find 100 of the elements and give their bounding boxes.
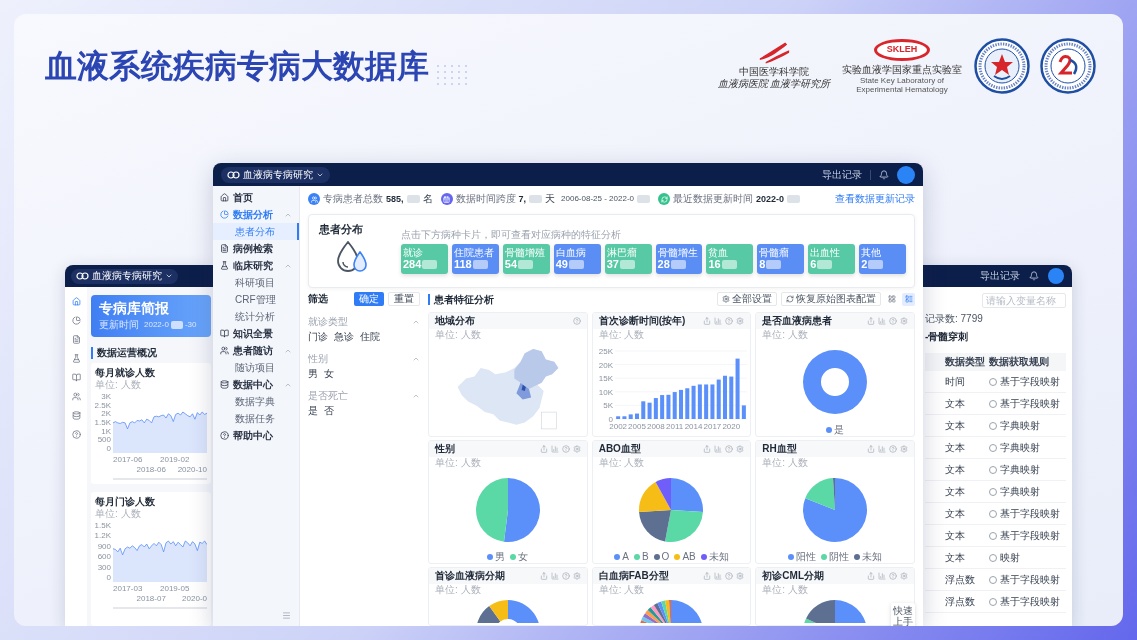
unit-label: 单位: 人数 (95, 508, 141, 520)
nav-item[interactable]: 临床研究 (213, 257, 299, 274)
settings-button[interactable]: 全部设置 (717, 292, 777, 306)
settings-icon[interactable] (900, 572, 908, 580)
quick-start-button[interactable]: 快速上手 (891, 603, 915, 626)
settings-icon[interactable] (736, 445, 745, 453)
nav-item[interactable]: 患者随访 (213, 342, 299, 359)
radio-option[interactable]: 字典映射 (989, 485, 1040, 498)
bar-chart-icon[interactable] (714, 572, 723, 580)
help-icon[interactable] (725, 572, 734, 580)
nav-subitem[interactable]: 科研项目 (213, 274, 299, 291)
nav-item[interactable]: 帮助中心 (213, 427, 299, 444)
document-icon[interactable] (71, 335, 81, 344)
nav-subitem[interactable]: 患者分布 (213, 223, 299, 240)
search-field[interactable]: 请输入变量名称 (982, 293, 1066, 308)
avatar-icon[interactable] (897, 165, 915, 184)
radio-option[interactable]: 基于字段映射 (989, 573, 1060, 586)
update-link[interactable]: 查看数据更新记录 (835, 193, 915, 205)
filter-option[interactable]: 否 (324, 405, 334, 417)
radio-option[interactable]: 基于字段映射 (989, 397, 1060, 410)
bar-chart-icon[interactable] (878, 572, 886, 580)
unit-label: 单位: 人数 (597, 457, 646, 469)
help-icon[interactable] (561, 572, 570, 580)
bar-chart-icon[interactable] (714, 317, 723, 325)
filter-option[interactable]: 急诊 (334, 331, 354, 343)
share-icon[interactable] (867, 317, 875, 325)
share-icon[interactable] (539, 572, 548, 580)
help-icon[interactable] (561, 445, 570, 453)
users-icon[interactable] (71, 392, 81, 401)
view-toggle[interactable] (902, 292, 915, 306)
radio-option[interactable]: 基于字段映射 (989, 507, 1060, 520)
radio-option[interactable]: 基于字段映射 (989, 375, 1060, 388)
settings-icon[interactable] (900, 317, 908, 325)
nav-subitem[interactable]: 随访项目 (213, 359, 299, 376)
export-link[interactable]: 导出记录 (980, 270, 1020, 282)
radio-option[interactable]: 基于字段映射 (989, 595, 1060, 608)
view-toggle[interactable] (885, 292, 898, 306)
radio-option[interactable]: 字典映射 (989, 441, 1040, 454)
help-icon[interactable] (889, 445, 897, 453)
bar-chart-icon[interactable] (878, 445, 886, 453)
share-icon[interactable] (703, 445, 712, 453)
settings-icon[interactable] (572, 445, 581, 453)
export-link[interactable]: 导出记录 (822, 168, 862, 181)
settings-icon[interactable] (572, 572, 581, 580)
settings-icon[interactable] (736, 572, 745, 580)
menu-icon[interactable] (282, 611, 291, 620)
share-icon[interactable] (867, 445, 875, 453)
book-icon[interactable] (71, 373, 81, 382)
radio-option[interactable]: 基于字段映射 (989, 529, 1060, 542)
home-icon[interactable] (71, 297, 81, 306)
share-icon[interactable] (703, 317, 712, 325)
project-switcher[interactable]: 血液病专病研究 (221, 166, 330, 183)
bell-icon[interactable] (879, 169, 889, 180)
pie-chart-icon[interactable] (71, 316, 81, 325)
nav-item[interactable]: 数据中心 (213, 376, 299, 393)
chevron-up-icon[interactable] (412, 318, 420, 326)
nav-subitem[interactable]: 数据字典 (213, 393, 299, 410)
table-cell: 文本 (945, 397, 965, 410)
project-switcher[interactable]: 血液病专病研究 (71, 268, 178, 284)
help-icon[interactable] (725, 445, 734, 453)
settings-icon[interactable] (736, 317, 745, 325)
bar-chart-icon[interactable] (714, 445, 723, 453)
nav-item[interactable]: 知识全景 (213, 325, 299, 342)
nav-subitem[interactable]: CRF管理 (213, 291, 299, 308)
filter-option[interactable]: 是 (308, 405, 318, 417)
help-icon[interactable] (889, 572, 897, 580)
restore-button[interactable]: 恢复原始图表配置 (781, 292, 881, 306)
reset-button[interactable]: 重置 (388, 292, 420, 306)
linked-rings-logo-icon (76, 272, 89, 280)
share-icon[interactable] (703, 572, 712, 580)
radio-option[interactable]: 字典映射 (989, 419, 1040, 432)
help-icon[interactable] (889, 317, 897, 325)
filter-option[interactable]: 门诊 (308, 331, 328, 343)
chevron-up-icon[interactable] (412, 355, 420, 363)
settings-icon[interactable] (900, 445, 908, 453)
help-icon[interactable] (572, 317, 581, 325)
document-icon (220, 244, 229, 253)
chevron-up-icon[interactable] (412, 392, 420, 400)
filter-option[interactable]: 女 (324, 368, 334, 380)
nav-subitem[interactable]: 统计分析 (213, 308, 299, 325)
filter-option[interactable]: 男 (308, 368, 318, 380)
filter-option[interactable]: 住院 (360, 331, 380, 343)
nav-item[interactable]: 病例检索 (213, 240, 299, 257)
share-icon[interactable] (539, 445, 548, 453)
radio-option[interactable]: 字典映射 (989, 463, 1040, 476)
radio-option[interactable]: 映射 (989, 551, 1020, 564)
nav-item[interactable]: 数据分析 (213, 206, 299, 223)
share-icon[interactable] (867, 572, 875, 580)
bar-chart-icon[interactable] (550, 445, 559, 453)
confirm-button[interactable]: 确定 (354, 292, 384, 306)
bar-chart-icon[interactable] (878, 317, 886, 325)
database-icon[interactable] (71, 411, 81, 420)
avatar-icon[interactable] (1048, 268, 1064, 284)
flask-icon[interactable] (71, 354, 81, 363)
help-icon[interactable] (71, 430, 81, 439)
nav-item[interactable]: 首页 (213, 189, 299, 206)
nav-subitem[interactable]: 数据任务 (213, 410, 299, 427)
help-icon[interactable] (725, 317, 734, 325)
bell-icon[interactable] (1029, 271, 1039, 281)
bar-chart-icon[interactable] (550, 572, 559, 580)
